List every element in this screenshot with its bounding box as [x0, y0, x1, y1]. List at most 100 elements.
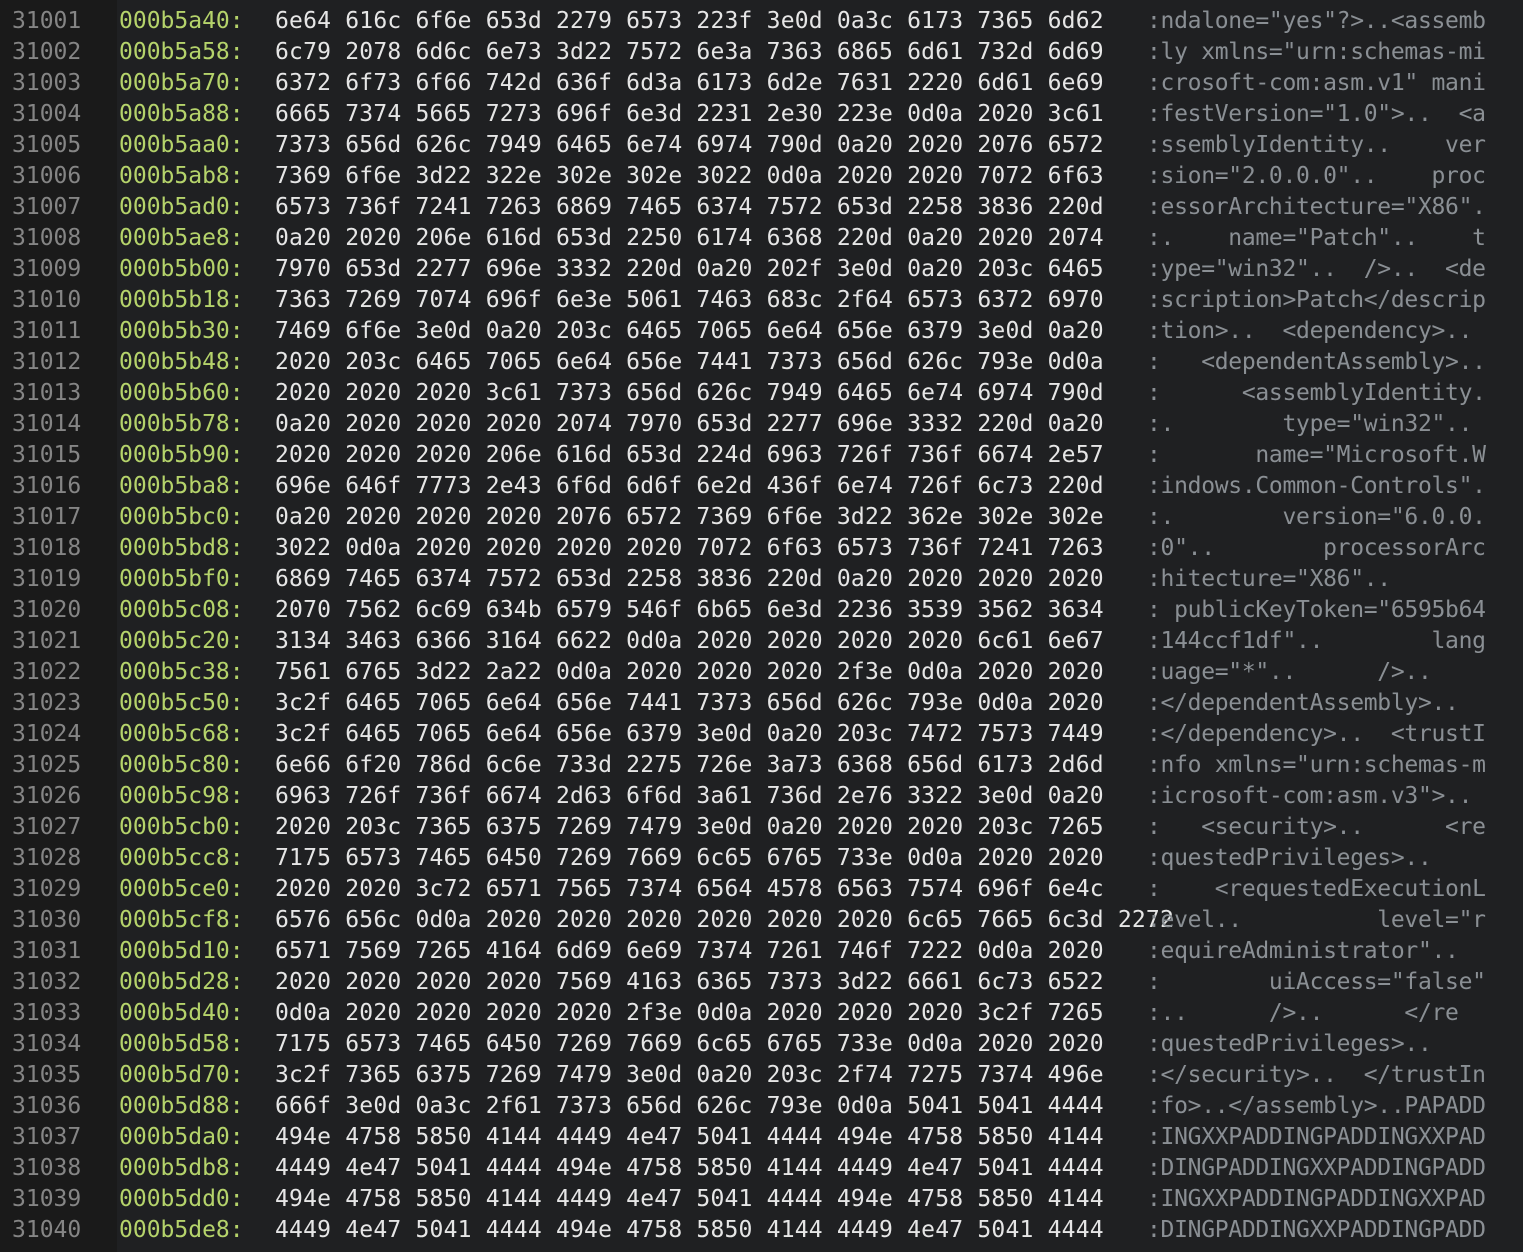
ascii-text: :questedPrivileges>.. [1147, 845, 1486, 871]
ascii-text: : uiAccess="false" [1147, 969, 1486, 995]
hex-bytes: 6c79 2078 6d6c 6e73 3d22 7572 6e3a 7363 … [275, 39, 1104, 65]
hexdump-row[interactable]: 000b5cc8: 7175 6573 7465 6450 7269 7669 6… [117, 843, 1523, 874]
hexdump-row[interactable]: 000b5a40: 6e64 616c 6f6e 653d 2279 6573 2… [117, 6, 1523, 37]
hexdump-row[interactable]: 000b5d40: 0d0a 2020 2020 2020 2020 2f3e 0… [117, 998, 1523, 1029]
line-number: 31039 [12, 1186, 82, 1212]
hexdump-row[interactable]: 000b5ad0: 6573 736f 7241 7263 6869 7465 6… [117, 192, 1523, 223]
line-number: 31024 [12, 721, 82, 747]
offset-address: 000b5ba8: [119, 473, 244, 499]
hexdump-row[interactable]: 000b5b90: 2020 2020 2020 206e 616d 653d 2… [117, 440, 1523, 471]
hexdump-row[interactable]: 000b5db8: 4449 4e47 5041 4444 494e 4758 5… [117, 1153, 1523, 1184]
hex-bytes: 666f 3e0d 0a3c 2f61 7373 656d 626c 793e … [275, 1093, 1104, 1119]
line-number: 31020 [12, 597, 82, 623]
line-number: 31011 [12, 318, 82, 344]
hexdump-row[interactable]: 000b5b00: 7970 653d 2277 696e 3332 220d 0… [117, 254, 1523, 285]
hexdump-row[interactable]: 000b5a70: 6372 6f73 6f66 742d 636f 6d3a 6… [117, 68, 1523, 99]
hexdump-row[interactable]: 000b5c68: 3c2f 6465 7065 6e64 656e 6379 3… [117, 719, 1523, 750]
line-number-gutter: 31001 31002 31003 31004 31005 31006 31007 31008… [0, 0, 117, 1252]
hexdump-row[interactable]: 000b5d70: 3c2f 7365 6375 7269 7479 3e0d 0… [117, 1060, 1523, 1091]
ascii-text: : publicKeyToken="6595b64 [1147, 597, 1486, 623]
hexdump-row[interactable]: 000b5d88: 666f 3e0d 0a3c 2f61 7373 656d 6… [117, 1091, 1523, 1122]
line-number: 31038 [12, 1155, 82, 1181]
hexdump-row[interactable]: 000b5cf8: 6576 656c 0d0a 2020 2020 2020 2… [117, 905, 1523, 936]
offset-address: 000b5db8: [119, 1155, 244, 1181]
line-number: 31031 [12, 938, 82, 964]
hex-bytes: 0a20 2020 206e 616d 653d 2250 6174 6368 … [275, 225, 1104, 251]
hexdump-row[interactable]: 000b5ba8: 696e 646f 7773 2e43 6f6d 6d6f 6… [117, 471, 1523, 502]
offset-address: 000b5ce0: [119, 876, 244, 902]
hexdump-row[interactable]: 000b5c98: 6963 726f 736f 6674 2d63 6f6d 3… [117, 781, 1523, 812]
hexdump-row[interactable]: 000b5cb0: 2020 203c 7365 6375 7269 7479 3… [117, 812, 1523, 843]
hex-bytes: 6665 7374 5665 7273 696f 6e3d 2231 2e30 … [275, 101, 1104, 127]
hex-bytes: 4449 4e47 5041 4444 494e 4758 5850 4144 … [275, 1217, 1104, 1243]
hex-bytes: 2020 203c 7365 6375 7269 7479 3e0d 0a20 … [275, 814, 1104, 840]
hexdump-row[interactable]: 000b5b30: 7469 6f6e 3e0d 0a20 203c 6465 7… [117, 316, 1523, 347]
hexdump-row[interactable]: 000b5aa0: 7373 656d 626c 7949 6465 6e74 6… [117, 130, 1523, 161]
offset-address: 000b5cc8: [119, 845, 244, 871]
hexdump-row[interactable]: 000b5de8: 4449 4e47 5041 4444 494e 4758 5… [117, 1215, 1523, 1246]
line-number: 31034 [12, 1031, 82, 1057]
hexdump-row[interactable]: 000b5a88: 6665 7374 5665 7273 696f 6e3d 2… [117, 99, 1523, 130]
hexdump-row[interactable]: 000b5da0: 494e 4758 5850 4144 4449 4e47 5… [117, 1122, 1523, 1153]
ascii-text: :hitecture="X86".. [1147, 566, 1486, 592]
offset-address: 000b5b30: [119, 318, 244, 344]
hexdump-row[interactable]: 000b5bf0: 6869 7465 6374 7572 653d 2258 3… [117, 564, 1523, 595]
line-number: 31036 [12, 1093, 82, 1119]
line-number: 31016 [12, 473, 82, 499]
hexdump-row[interactable]: 000b5c50: 3c2f 6465 7065 6e64 656e 7441 7… [117, 688, 1523, 719]
hex-bytes: 2020 203c 6465 7065 6e64 656e 7441 7373 … [275, 349, 1104, 375]
offset-address: 000b5c68: [119, 721, 244, 747]
hexdump-row[interactable]: 000b5c80: 6e66 6f20 786d 6c6e 733d 2275 7… [117, 750, 1523, 781]
offset-address: 000b5bd8: [119, 535, 244, 561]
hexdump-row[interactable]: 000b5d10: 6571 7569 7265 4164 6d69 6e69 7… [117, 936, 1523, 967]
offset-address: 000b5c50: [119, 690, 244, 716]
hexdump-row[interactable]: 000b5bc0: 0a20 2020 2020 2020 2076 6572 7… [117, 502, 1523, 533]
offset-address: 000b5b00: [119, 256, 244, 282]
hexdump-row[interactable]: 000b5b60: 2020 2020 2020 3c61 7373 656d 6… [117, 378, 1523, 409]
offset-address: 000b5d58: [119, 1031, 244, 1057]
ascii-text: :uage="*".. />.. [1147, 659, 1486, 685]
hex-bytes: 6372 6f73 6f66 742d 636f 6d3a 6173 6d2e … [275, 70, 1104, 96]
hex-bytes: 3c2f 6465 7065 6e64 656e 6379 3e0d 0a20 … [275, 721, 1104, 747]
hexdump-row[interactable]: 000b5a58: 6c79 2078 6d6c 6e73 3d22 7572 6… [117, 37, 1523, 68]
hexdump-row[interactable]: 000b5c20: 3134 3463 6366 3164 6622 0d0a 2… [117, 626, 1523, 657]
hexdump-row[interactable]: 000b5ce0: 2020 2020 3c72 6571 7565 7374 6… [117, 874, 1523, 905]
hexdump-row[interactable]: 000b5ae8: 0a20 2020 206e 616d 653d 2250 6… [117, 223, 1523, 254]
ascii-text: :0".. processorArc [1147, 535, 1486, 561]
ascii-text: :. type="win32".. [1147, 411, 1486, 437]
hex-bytes: 4449 4e47 5041 4444 494e 4758 5850 4144 … [275, 1155, 1104, 1181]
hexdump-row[interactable]: 000b5b18: 7363 7269 7074 696f 6e3e 5061 7… [117, 285, 1523, 316]
hex-bytes: 494e 4758 5850 4144 4449 4e47 5041 4444 … [275, 1186, 1104, 1212]
hexdump-row[interactable]: 000b5d58: 7175 6573 7465 6450 7269 7669 6… [117, 1029, 1523, 1060]
hexdump-content[interactable]: 000b5a40: 6e64 616c 6f6e 653d 2279 6573 2… [117, 0, 1523, 1252]
offset-address: 000b5b18: [119, 287, 244, 313]
hexdump-row[interactable]: 000b5c38: 7561 6765 3d22 2a22 0d0a 2020 2… [117, 657, 1523, 688]
line-number: 31032 [12, 969, 82, 995]
offset-address: 000b5c08: [119, 597, 244, 623]
hexdump-row[interactable]: 000b5d28: 2020 2020 2020 2020 7569 4163 6… [117, 967, 1523, 998]
hex-bytes: 2020 2020 2020 206e 616d 653d 224d 6963 … [275, 442, 1104, 468]
hexdump-row[interactable]: 000b5dd0: 494e 4758 5850 4144 4449 4e47 5… [117, 1184, 1523, 1215]
hexdump-row[interactable]: 000b5b48: 2020 203c 6465 7065 6e64 656e 7… [117, 347, 1523, 378]
ascii-text: :equireAdministrator".. [1147, 938, 1486, 964]
line-number: 31023 [12, 690, 82, 716]
hex-bytes: 7373 656d 626c 7949 6465 6e74 6974 790d … [275, 132, 1104, 158]
ascii-text: : <dependentAssembly>.. [1147, 349, 1486, 375]
hexdump-row[interactable]: 000b5b78: 0a20 2020 2020 2020 2074 7970 6… [117, 409, 1523, 440]
hexdump-row[interactable]: 000b5ab8: 7369 6f6e 3d22 322e 302e 302e 3… [117, 161, 1523, 192]
hex-bytes: 7175 6573 7465 6450 7269 7669 6c65 6765 … [275, 845, 1104, 871]
hex-bytes: 6e66 6f20 786d 6c6e 733d 2275 726e 3a73 … [275, 752, 1104, 778]
offset-address: 000b5cf8: [119, 907, 244, 933]
offset-address: 000b5ae8: [119, 225, 244, 251]
hexdump-editor[interactable]: 31001 31002 31003 31004 31005 31006 31007 31008… [0, 0, 1523, 1252]
hexdump-row[interactable]: 000b5c08: 2070 7562 6c69 634b 6579 546f 6… [117, 595, 1523, 626]
offset-address: 000b5de8: [119, 1217, 244, 1243]
line-number: 31004 [12, 101, 82, 127]
hex-bytes: 0a20 2020 2020 2020 2074 7970 653d 2277 … [275, 411, 1104, 437]
hexdump-row[interactable]: 000b5bd8: 3022 0d0a 2020 2020 2020 2020 7… [117, 533, 1523, 564]
offset-address: 000b5d40: [119, 1000, 244, 1026]
offset-address: 000b5a40: [119, 8, 244, 34]
ascii-text: :DINGPADDINGXXPADDINGPADD [1147, 1217, 1486, 1243]
line-number: 31005 [12, 132, 82, 158]
offset-address: 000b5a88: [119, 101, 244, 127]
